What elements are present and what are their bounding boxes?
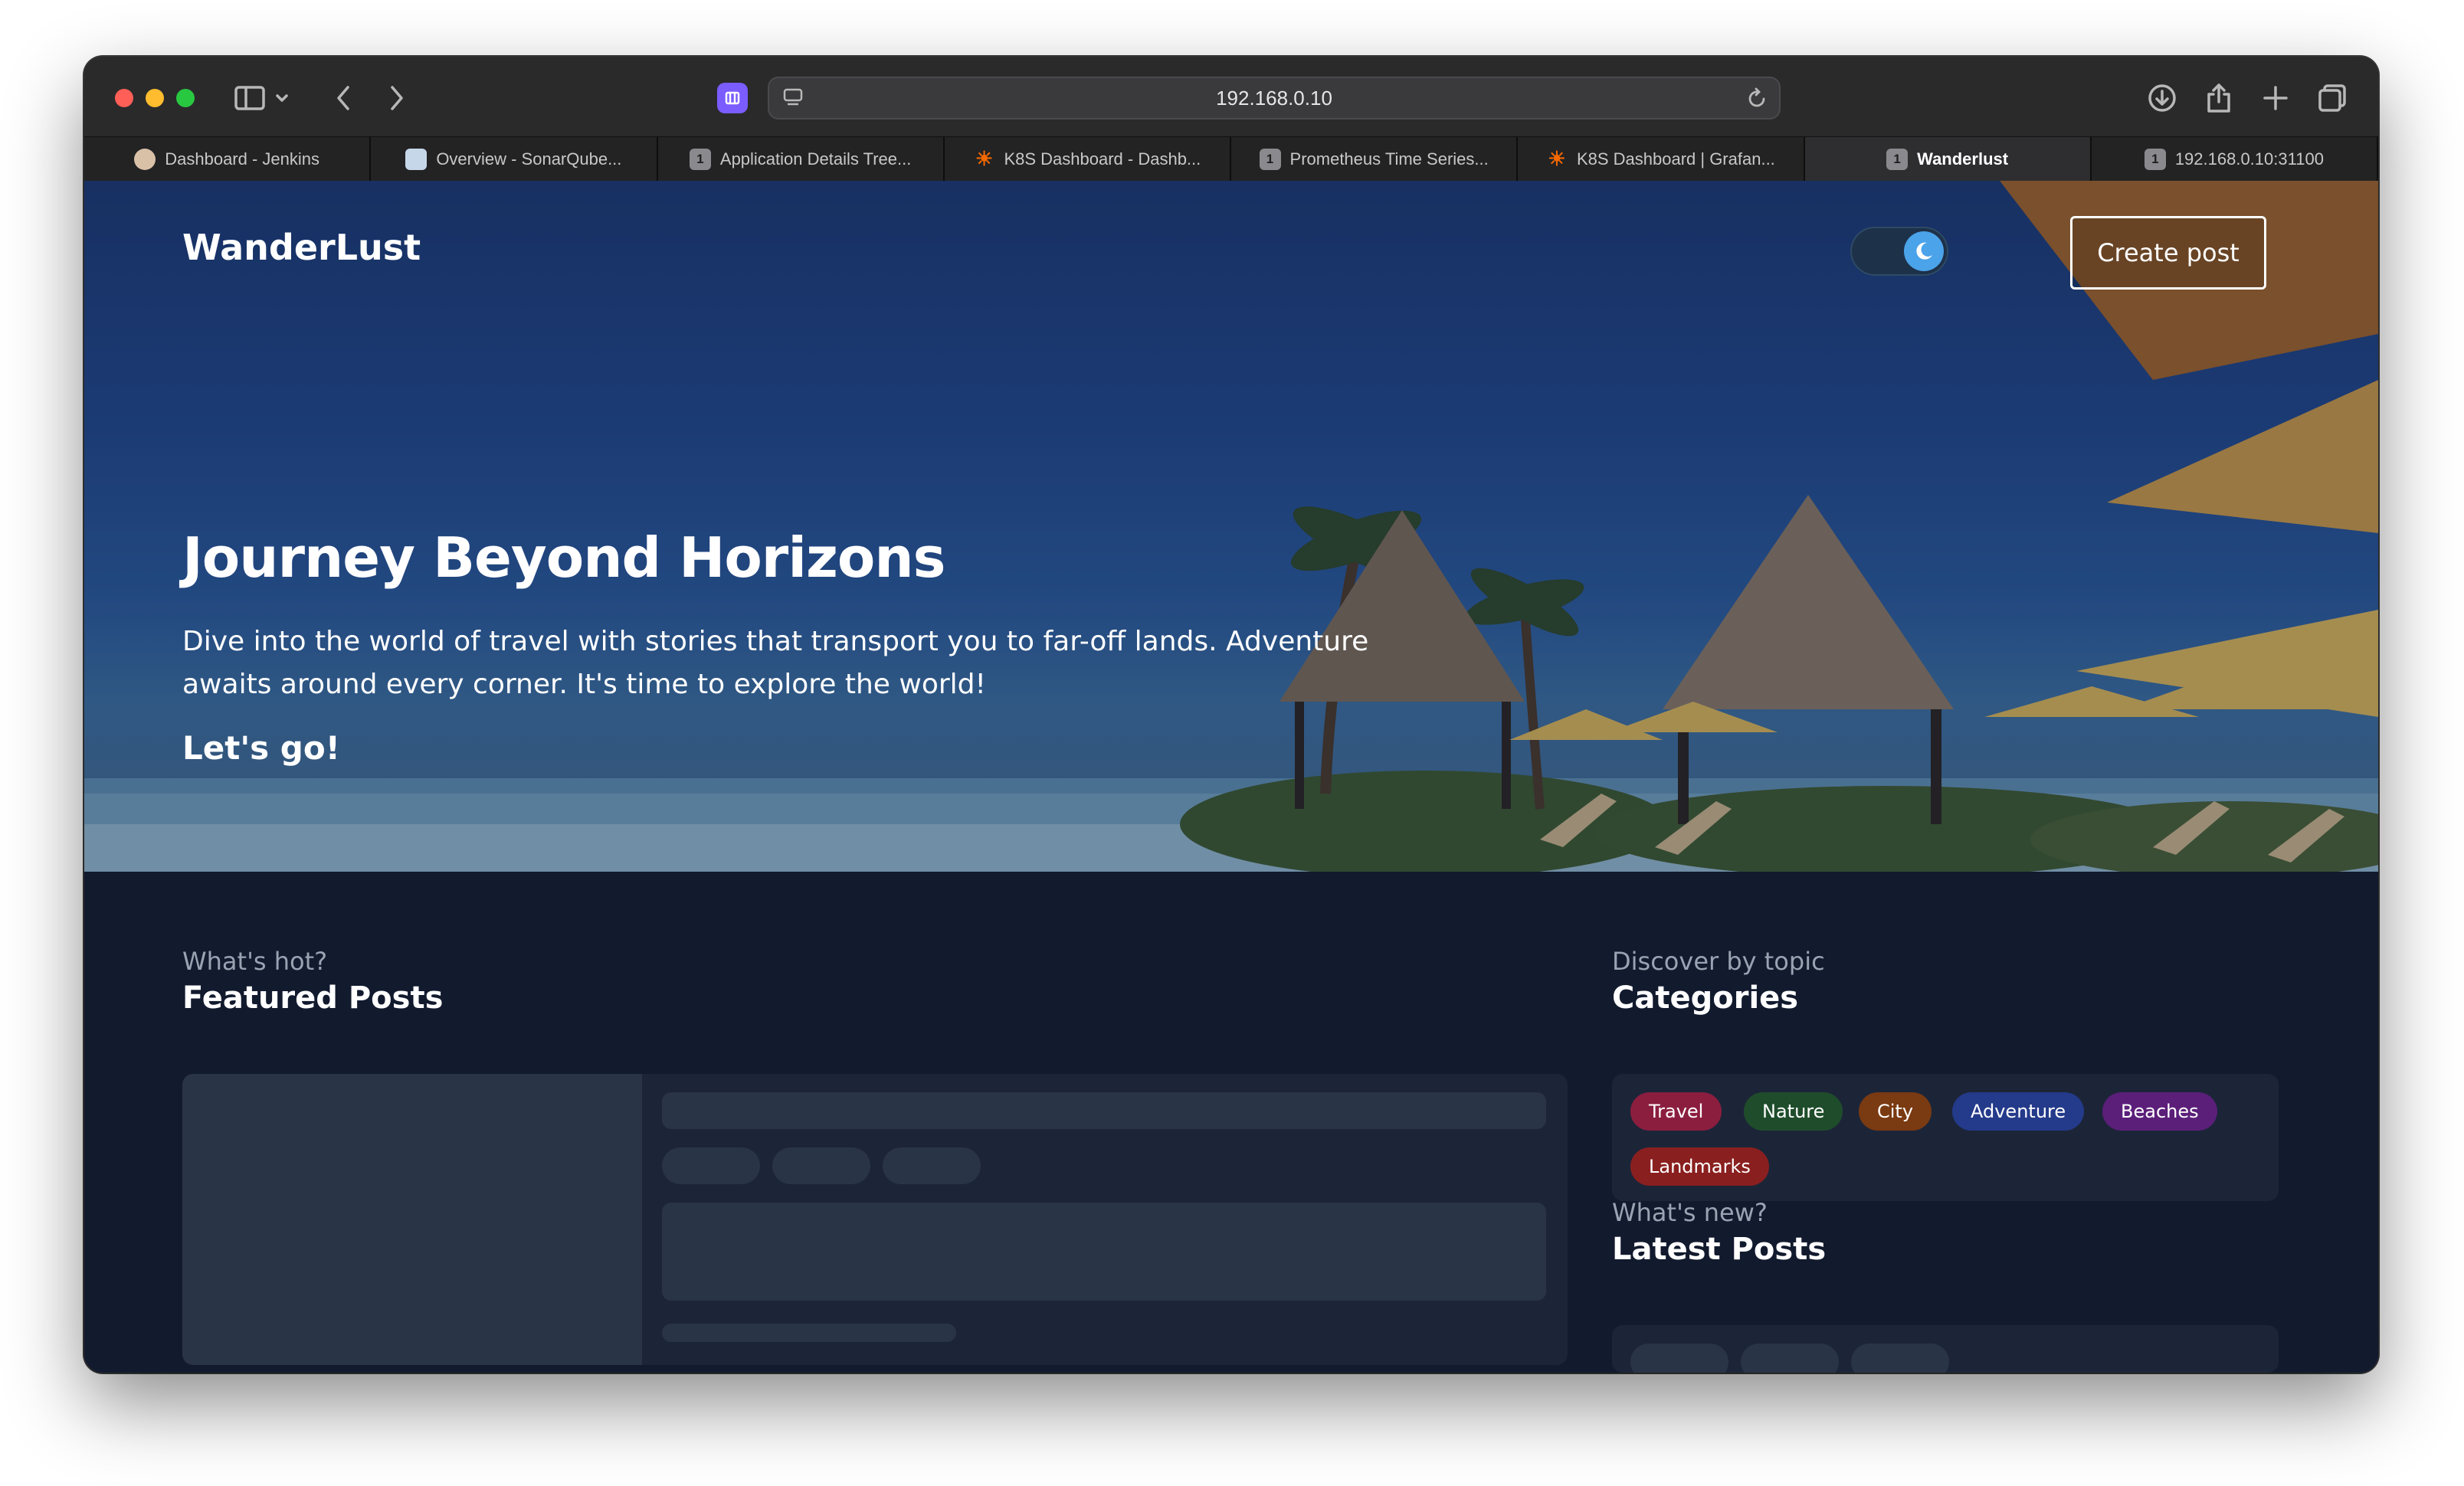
skeleton-tag — [1851, 1344, 1949, 1373]
tab-label: K8S Dashboard - Dashb... — [1004, 149, 1201, 169]
featured-post-card-skeleton — [182, 1074, 1568, 1365]
tab-k8s-grafana[interactable]: ☀ K8S Dashboard | Grafan... — [1518, 137, 1805, 181]
skeleton-tag — [1630, 1344, 1728, 1373]
sonarqube-icon — [405, 148, 428, 170]
latest-eyebrow: What's new? — [1612, 1198, 1768, 1227]
browser-window: 192.168.0.10 Dashboard - Jenkins Overvie… — [84, 57, 2378, 1373]
tab-ip-address[interactable]: 1 192.168.0.10:31100 — [2091, 137, 2378, 181]
skeleton-tag — [662, 1147, 760, 1184]
back-icon[interactable] — [322, 77, 365, 119]
categories-panel: Travel Nature City Adventure Beaches Lan… — [1612, 1074, 2279, 1201]
latest-post-card-skeleton — [1612, 1325, 2279, 1373]
categories-eyebrow: Discover by topic — [1612, 947, 1825, 976]
tab-strip: Dashboard - Jenkins Overview - SonarQube… — [84, 136, 2378, 181]
tab-k8s-dashboard[interactable]: ☀ K8S Dashboard - Dashb... — [944, 137, 1231, 181]
category-chip-city[interactable]: City — [1859, 1092, 1932, 1131]
new-tab-icon[interactable] — [2254, 77, 2297, 119]
grafana-icon: ☀ — [975, 147, 994, 170]
page-content: WanderLust Create post Journey Beyond Ho… — [84, 181, 2378, 1373]
theme-toggle[interactable] — [1850, 227, 1948, 276]
tab-application-details[interactable]: 1 Application Details Tree... — [657, 137, 945, 181]
latest-title: Latest Posts — [1612, 1232, 1827, 1267]
minimize-window-button[interactable] — [146, 89, 164, 107]
category-chip-nature[interactable]: Nature — [1744, 1092, 1843, 1131]
lets-go-link[interactable]: Let's go! — [182, 729, 340, 767]
category-chip-travel[interactable]: Travel — [1630, 1092, 1722, 1131]
create-post-button[interactable]: Create post — [2070, 216, 2266, 290]
forward-icon[interactable] — [375, 77, 418, 119]
tab-number-icon: 1 — [1259, 148, 1281, 170]
tab-label: Overview - SonarQube... — [436, 149, 622, 169]
skeleton-meta — [662, 1324, 956, 1342]
url-text: 192.168.0.10 — [1216, 86, 1332, 110]
downloads-icon[interactable] — [2141, 77, 2184, 119]
skeleton-tag — [1741, 1344, 1839, 1373]
tab-label: 192.168.0.10:31100 — [2174, 149, 2324, 169]
tab-number-icon: 1 — [2144, 148, 2166, 170]
skeleton-image — [182, 1074, 642, 1365]
hero-subtitle: Dive into the world of travel with stori… — [182, 626, 1369, 700]
category-chip-adventure[interactable]: Adventure — [1952, 1092, 2085, 1131]
brand-logo[interactable]: WanderLust — [182, 227, 421, 268]
tab-number-icon: 1 — [689, 148, 711, 170]
tab-label: Prometheus Time Series... — [1289, 149, 1489, 169]
tab-wanderlust[interactable]: 1 Wanderlust — [1804, 137, 2092, 181]
tab-label: Application Details Tree... — [719, 149, 912, 169]
hero-title: Journey Beyond Horizons — [182, 525, 945, 590]
category-chip-beaches[interactable]: Beaches — [2102, 1092, 2217, 1131]
featured-eyebrow: What's hot? — [182, 947, 328, 976]
skeleton-title — [662, 1092, 1546, 1129]
skeleton-tag — [772, 1147, 870, 1184]
tab-label: K8S Dashboard | Grafan... — [1576, 149, 1775, 169]
tab-label: Dashboard - Jenkins — [165, 149, 320, 169]
categories-title: Categories — [1612, 980, 1799, 1016]
hero-banner: WanderLust Create post Journey Beyond Ho… — [84, 181, 2378, 872]
featured-title: Featured Posts — [182, 980, 444, 1016]
chevron-down-icon[interactable] — [267, 77, 297, 119]
skeleton-tag — [883, 1147, 981, 1184]
category-chip-landmarks[interactable]: Landmarks — [1630, 1147, 1769, 1186]
jenkins-icon — [134, 148, 156, 170]
tab-label: Wanderlust — [1917, 149, 2009, 169]
tab-jenkins[interactable]: Dashboard - Jenkins — [84, 137, 372, 181]
zoom-window-button[interactable] — [176, 89, 195, 107]
close-window-button[interactable] — [115, 89, 133, 107]
share-icon[interactable] — [2197, 77, 2240, 119]
tab-overview-icon[interactable] — [2311, 77, 2354, 119]
tab-number-icon: 1 — [1886, 148, 1909, 170]
moon-icon — [1904, 231, 1944, 271]
skeleton-body — [662, 1203, 1546, 1301]
browser-toolbar: 192.168.0.10 — [84, 57, 2378, 136]
grafana-icon: ☀ — [1548, 147, 1566, 170]
tab-prometheus[interactable]: 1 Prometheus Time Series... — [1231, 137, 1519, 181]
reload-icon[interactable] — [1745, 87, 1768, 113]
extension-icon[interactable] — [717, 83, 748, 113]
address-bar[interactable]: 192.168.0.10 — [768, 77, 1781, 119]
tab-sonarqube[interactable]: Overview - SonarQube... — [371, 137, 658, 181]
sidebar-toggle-icon[interactable] — [228, 77, 271, 119]
